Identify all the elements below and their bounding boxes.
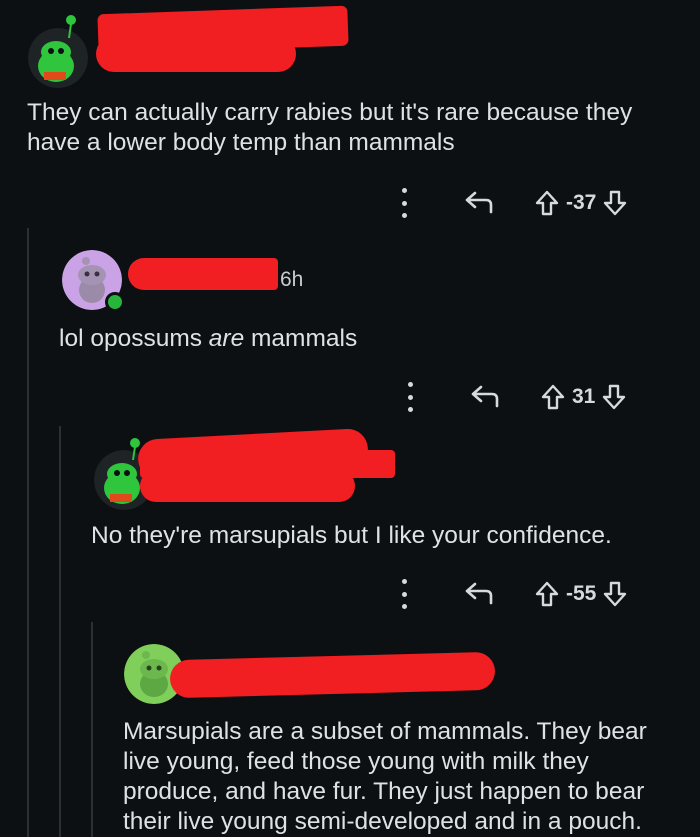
comment-actions: -37 bbox=[400, 186, 628, 220]
redacted-username bbox=[169, 651, 496, 699]
thread-line bbox=[91, 622, 93, 837]
thread-line bbox=[27, 228, 29, 837]
upvote-arrow-icon[interactable] bbox=[540, 383, 566, 411]
comment-actions: -55 bbox=[400, 577, 628, 611]
vote-score: -37 bbox=[566, 191, 597, 214]
vote-score: 31 bbox=[572, 385, 596, 408]
downvote-arrow-icon[interactable] bbox=[601, 383, 627, 411]
redacted-username bbox=[128, 258, 278, 290]
reply-arrow-icon[interactable] bbox=[464, 581, 494, 607]
comment-actions: 31 bbox=[406, 380, 627, 414]
online-status-dot bbox=[105, 292, 125, 312]
more-vertical-icon[interactable] bbox=[406, 382, 414, 412]
comment-body: No they're marsupials but I like your co… bbox=[91, 522, 612, 549]
comment-body: Marsupials are a subset of mammals. They… bbox=[123, 718, 647, 835]
redacted-username bbox=[96, 36, 296, 72]
reply-arrow-icon[interactable] bbox=[464, 190, 494, 216]
upvote-arrow-icon[interactable] bbox=[534, 580, 560, 608]
reply-arrow-icon[interactable] bbox=[470, 384, 500, 410]
vote-score: -55 bbox=[566, 582, 597, 605]
more-vertical-icon[interactable] bbox=[400, 579, 408, 609]
comment-body: They can actually carry rabies but it's … bbox=[27, 99, 633, 156]
comment-body: lol opossums are mammals bbox=[59, 325, 358, 352]
more-vertical-icon[interactable] bbox=[400, 188, 408, 218]
redacted-username bbox=[140, 470, 355, 502]
upvote-arrow-icon[interactable] bbox=[534, 189, 560, 217]
downvote-arrow-icon[interactable] bbox=[602, 580, 628, 608]
antenna-icon bbox=[66, 15, 76, 39]
thread-line bbox=[59, 426, 61, 837]
downvote-arrow-icon[interactable] bbox=[602, 189, 628, 217]
comment-time: 6h bbox=[280, 268, 304, 291]
